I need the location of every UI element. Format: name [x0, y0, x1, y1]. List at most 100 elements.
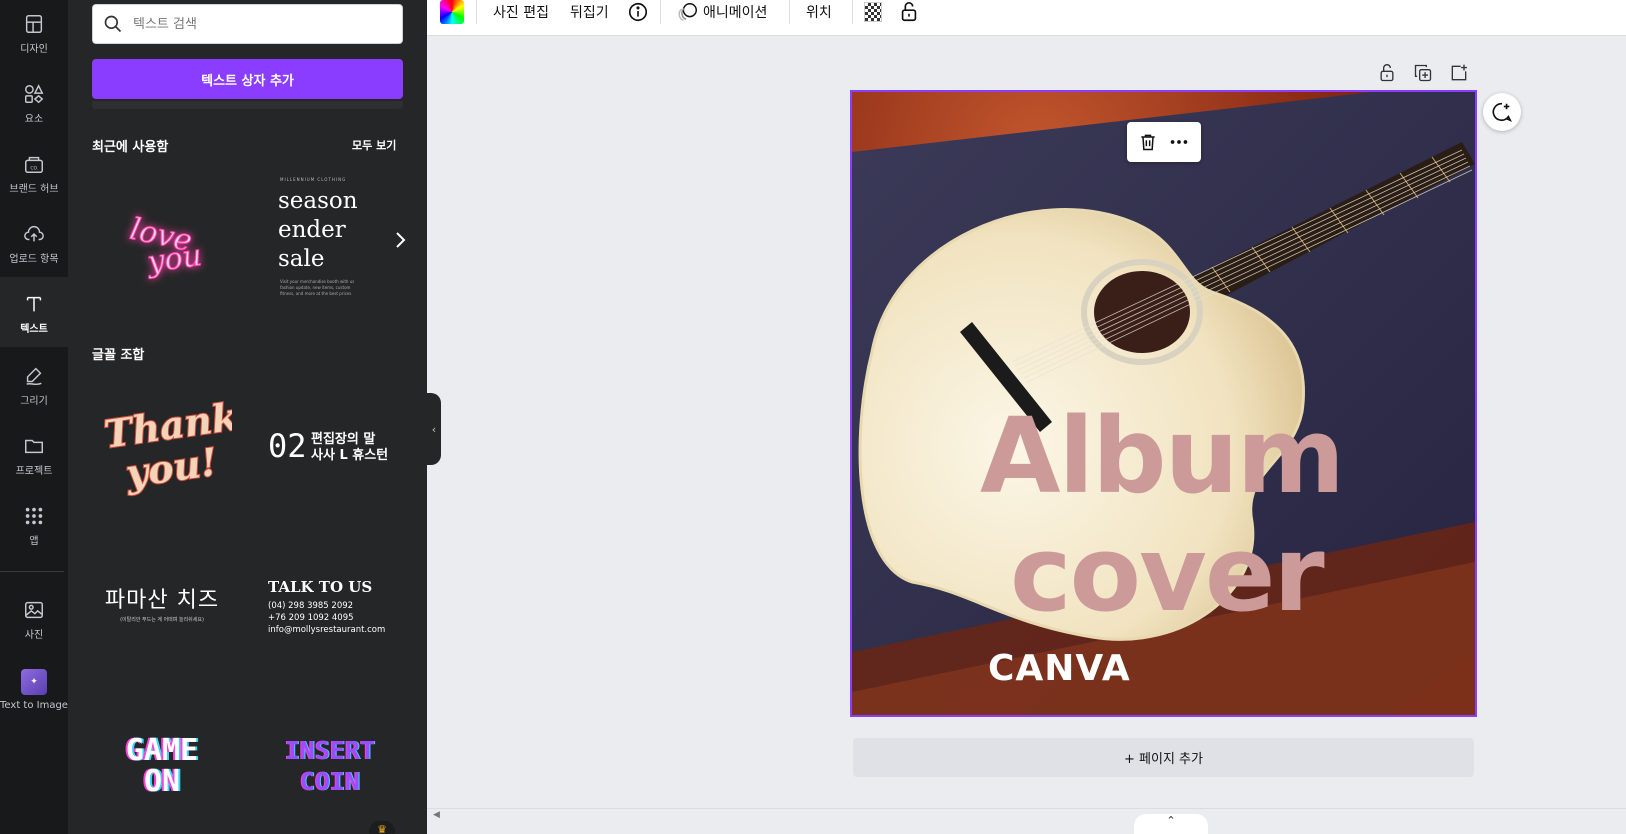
- animate-label: 애니메이션: [703, 5, 768, 21]
- animate-button[interactable]: 애니메이션: [677, 0, 767, 24]
- toolbar-divider: [789, 0, 790, 24]
- more-dots-icon: [1170, 140, 1188, 144]
- position-button[interactable]: 위치: [806, 0, 832, 24]
- combo-line: ON: [143, 764, 181, 799]
- album-title-line1: Album: [980, 395, 1345, 517]
- text-t-icon: [26, 296, 42, 312]
- combo-line: COIN: [299, 767, 361, 796]
- rail-item-elements[interactable]: 요소: [0, 74, 68, 134]
- rail-label: 그리기: [20, 396, 48, 407]
- combo-contact: (04) 298 3985 2092 +76 209 1092 4095 inf…: [268, 600, 385, 636]
- combo-pixel-text: INSERT COIN: [268, 735, 392, 797]
- rail-item-design[interactable]: 디자인: [0, 4, 68, 64]
- element-context-toolbar: [1127, 122, 1201, 162]
- rail-label: 텍스트: [20, 324, 48, 335]
- comment-plus-icon: [1492, 102, 1512, 122]
- rail-label: 브랜드 허브: [9, 184, 59, 195]
- combo-thank-you[interactable]: Thank you!: [92, 382, 232, 512]
- search-box[interactable]: [92, 4, 403, 44]
- horizontal-scrollbar[interactable]: [427, 808, 1626, 824]
- color-picker-button[interactable]: [440, 0, 464, 24]
- combo-line: 편집장의 말: [311, 432, 376, 447]
- folder-icon: [25, 439, 43, 454]
- rail-item-draw[interactable]: 그리기: [0, 356, 68, 416]
- album-title-line2: cover: [1010, 513, 1325, 635]
- combo-phone: +76 209 1092 4095: [268, 613, 354, 623]
- tile-headline: season ender sale: [278, 187, 358, 274]
- tile-fine-print: Visit your merchandise booth with us fas…: [280, 279, 354, 297]
- scroll-left-arrow[interactable]: ◀: [433, 810, 440, 820]
- add-textbox-button[interactable]: 텍스트 상자 추가: [92, 59, 403, 99]
- more-options-button[interactable]: [1168, 131, 1190, 153]
- search-icon: [104, 15, 122, 33]
- design-page[interactable]: Album cover CANVA: [850, 90, 1477, 717]
- lock-page-button[interactable]: [1377, 63, 1399, 85]
- recent-section-title: 최근에 사용함: [92, 140, 169, 155]
- neon-text-graphic: love you: [126, 211, 204, 281]
- layout-icon: [25, 15, 43, 33]
- album-title[interactable]: Album cover: [980, 395, 1345, 635]
- editor-toolbar: 사진 편집 뒤집기 애니메이션 위치: [427, 0, 1626, 36]
- cloud-upload-icon: [24, 226, 44, 242]
- rail-item-uploads[interactable]: 업로드 항목: [0, 214, 68, 274]
- combo-editor-note[interactable]: 02 편집장의 말 사사 L 휴스턴: [268, 420, 408, 480]
- rail-label: Text to Image: [0, 700, 68, 711]
- tile-line: sale: [278, 246, 325, 272]
- recent-item-season-sale[interactable]: MILLENNIUM CLOTHING season ender sale Vi…: [268, 173, 388, 303]
- search-input[interactable]: [133, 16, 383, 32]
- rail-item-projects[interactable]: 프로젝트: [0, 426, 68, 486]
- collapse-panel-button[interactable]: ‹: [427, 393, 441, 465]
- combo-line: 사사 L 휴스턴: [311, 448, 389, 463]
- apps-grid-icon: [25, 507, 43, 525]
- combo-line: INSERT: [284, 736, 376, 765]
- color-swatch-icon: [440, 0, 464, 24]
- combo-insert-coin[interactable]: INSERT COIN: [268, 735, 408, 805]
- animate-icon: [678, 3, 697, 21]
- brand-text[interactable]: CANVA: [988, 648, 1131, 689]
- lock-button[interactable]: [898, 0, 920, 24]
- combo-game-on[interactable]: GAME ON: [92, 735, 232, 805]
- text-to-image-icon: ✦: [21, 669, 47, 695]
- transparency-button[interactable]: [864, 0, 882, 24]
- show-pages-handle[interactable]: ⌃: [1134, 814, 1208, 834]
- add-comment-button[interactable]: [1483, 93, 1521, 131]
- toolbar-divider: [476, 0, 477, 24]
- canva-editor: 디자인 요소 CO. 브랜드 허브 업로드 항목 텍스트 그리기 프로젝트 앱: [0, 0, 1626, 834]
- add-page-button[interactable]: + 페이지 추가: [853, 738, 1474, 777]
- side-rail: 디자인 요소 CO. 브랜드 허브 업로드 항목 텍스트 그리기 프로젝트 앱: [0, 0, 68, 834]
- fine-line: fitness, and more at the best prices: [280, 291, 352, 296]
- combo-phone: (04) 298 3985 2092: [268, 601, 354, 611]
- combo-sub: (이탈리안 푸드는 계 어떠며 늘리쉬세요): [120, 617, 204, 623]
- rail-item-photos[interactable]: 사진: [0, 590, 68, 650]
- image-icon: [25, 601, 43, 619]
- rail-item-apps[interactable]: 앱: [0, 496, 68, 556]
- combo-line: GAME: [125, 735, 199, 768]
- rail-label: 프로젝트: [15, 466, 53, 477]
- recent-item-love-you[interactable]: love you: [92, 173, 232, 303]
- rail-item-text-to-image[interactable]: ✦ Text to Image: [0, 660, 68, 720]
- duplicate-page-button[interactable]: [1413, 63, 1435, 85]
- combo-talk-to-us[interactable]: TALK TO US (04) 298 3985 2092 +76 209 10…: [268, 578, 408, 638]
- see-all-link[interactable]: 모두 보기: [352, 137, 396, 153]
- rail-item-brand-hub[interactable]: CO. 브랜드 허브: [0, 144, 68, 204]
- rail-label: 디자인: [20, 44, 48, 55]
- info-button[interactable]: [627, 0, 649, 24]
- tile-kicker: MILLENNIUM CLOTHING: [280, 177, 347, 182]
- checkerboard-icon: [864, 2, 882, 22]
- edit-photo-button[interactable]: 사진 편집: [493, 0, 549, 24]
- brand-kit-icon: CO.: [25, 156, 43, 173]
- combo-parmesan[interactable]: 파마산 치즈 (이탈리안 푸드는 계 어떠며 늘리쉬세요): [92, 580, 232, 630]
- page-actions: [1377, 63, 1485, 85]
- add-page-after-button[interactable]: [1449, 63, 1471, 85]
- chevron-right-icon: [396, 232, 406, 248]
- info-icon: [628, 2, 648, 22]
- unlock-icon: [901, 2, 917, 22]
- flip-button[interactable]: 뒤집기: [570, 0, 609, 24]
- duplicate-icon: [1414, 64, 1432, 82]
- combo-title: 파마산 치즈: [104, 588, 220, 613]
- recent-next-button[interactable]: [390, 230, 410, 250]
- toolbar-divider: [660, 0, 661, 24]
- rail-item-text[interactable]: 텍스트: [0, 284, 68, 344]
- delete-button[interactable]: [1138, 132, 1158, 152]
- crown-icon: ♛: [369, 821, 395, 834]
